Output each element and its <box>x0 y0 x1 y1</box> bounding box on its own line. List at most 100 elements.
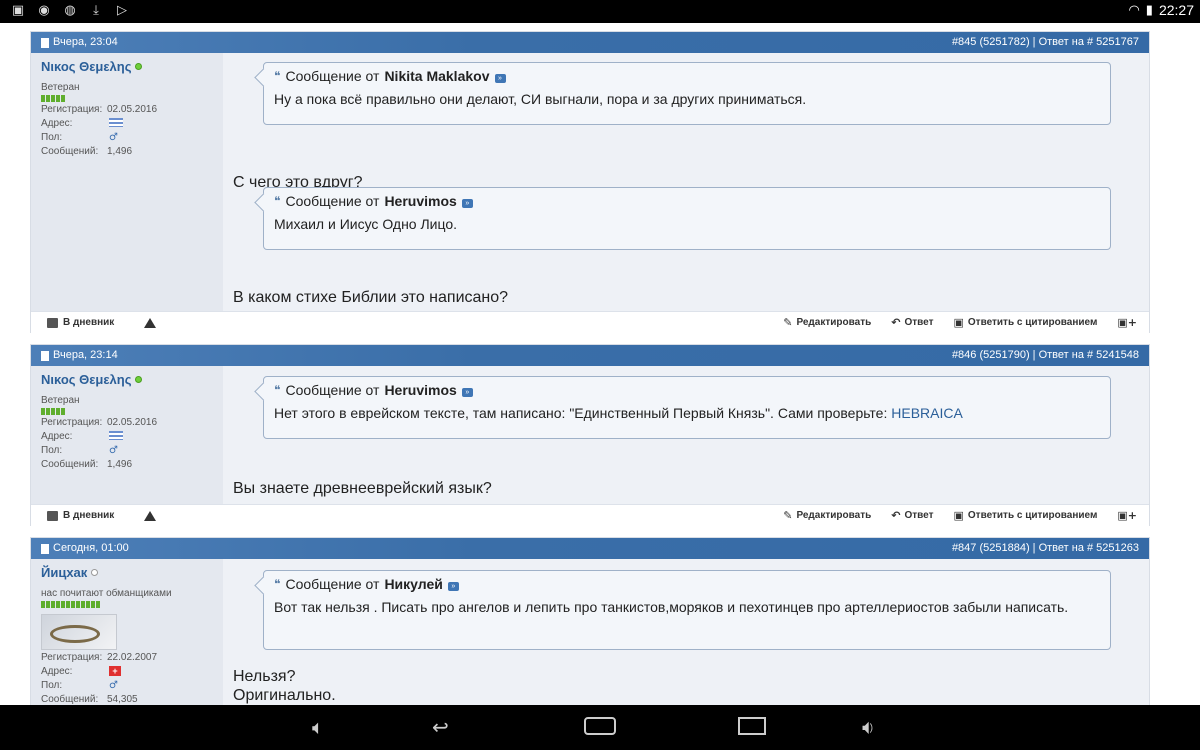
user-title: Ветеран <box>41 82 80 93</box>
quote-reply-label: Ответить с цитированием <box>967 317 1098 328</box>
media-icon: ▷ <box>117 3 127 18</box>
reply-label: Ответ <box>904 317 934 328</box>
quote-text: Нет этого в еврейском тексте, там написа… <box>274 405 892 421</box>
flag-icon <box>109 118 123 127</box>
volume-up-icon[interactable]: 🔉︎ <box>862 715 875 739</box>
message-body: ❝ Сообщение от Heruvimos » Нет этого в евре… <box>223 366 1149 504</box>
reg-label: Регистрация: <box>41 104 103 115</box>
quote-prefix: Сообщение от <box>285 193 380 209</box>
quote-block: ❝ Сообщение от Heruvimos » Нет этого в евре… <box>263 376 1111 439</box>
quote-block: ❝ Сообщение от Heruvimos » Михаил и Иисус О… <box>263 187 1111 250</box>
diary-button[interactable]: В дневник <box>47 317 114 328</box>
wifi-icon: ◠ <box>1128 2 1140 18</box>
chat-icon: ◍ <box>64 3 76 18</box>
edit-button[interactable]: ✎ Редактировать <box>783 509 871 522</box>
post-date: Вчера, 23:14 <box>53 349 118 361</box>
report-button[interactable] <box>144 317 157 328</box>
reg-value: 02.05.2016 <box>107 104 158 115</box>
ichthys-fish-icon <box>50 625 100 643</box>
online-status-icon <box>135 63 143 70</box>
user-title: Ветеран <box>41 395 80 406</box>
user-info: Йицхак нас почитают обманщиками Регистра… <box>31 559 223 705</box>
address-label: Адрес: <box>41 431 73 442</box>
goto-post-icon[interactable]: » <box>461 387 473 397</box>
user-info: Νικος Θεμελης Ветеран Регистрация: 02.05.… <box>31 53 223 311</box>
report-button[interactable] <box>144 510 157 521</box>
goto-post-icon[interactable]: » <box>447 581 459 591</box>
post-number-link[interactable]: #846 (5251790) | Ответ на # 5241548 <box>952 345 1139 366</box>
edit-label: Редактировать <box>796 317 872 328</box>
quote-prefix: Сообщение от <box>285 68 380 84</box>
quote-author: Heruvimos <box>384 382 457 398</box>
goto-post-icon[interactable]: » <box>461 198 473 208</box>
post-actions: В дневник ✎ Редактировать ↶ Ответ ▣ Ответит… <box>31 311 1149 333</box>
quote-prefix: Сообщение от <box>285 576 380 592</box>
multiquote-button[interactable]: ▣+ <box>1117 509 1137 522</box>
post-number-link[interactable]: #845 (5251782) | Ответ на # 5251767 <box>952 32 1139 53</box>
quote-reply-button[interactable]: ▣ Ответить с цитированием <box>953 509 1097 522</box>
back-icon[interactable]: ↩ <box>432 715 449 739</box>
edit-button[interactable]: ✎ Редактировать <box>783 316 871 329</box>
username-link[interactable]: Νικος Θεμελης <box>41 372 131 387</box>
hebraica-link[interactable]: HEBRAICA <box>891 405 963 421</box>
quote-reply-label: Ответить с цитированием <box>967 510 1098 521</box>
reply-text: В каком стихе Библии это написано? <box>233 289 509 306</box>
volume-down-icon[interactable]: 🔈︎ <box>312 715 324 739</box>
quote-text: Михаил и Иисус Одно Лицо. <box>274 216 458 232</box>
quote-author: Никулей <box>384 576 443 592</box>
pencil-icon: ✎ <box>783 316 793 329</box>
offline-status-icon <box>91 569 99 576</box>
reply-text: Нельзя? <box>233 668 296 685</box>
reply-arrow-icon: ↶ <box>891 509 901 522</box>
post-number-link[interactable]: #847 (5251884) | Ответ на # 5251263 <box>952 538 1139 559</box>
post: Вчера, 23:14 #846 (5251790) | Ответ на #… <box>30 344 1150 526</box>
username-link[interactable]: Νικος Θεμελης <box>41 59 131 74</box>
goto-post-icon[interactable]: » <box>494 73 506 83</box>
reply-button[interactable]: ↶ Ответ <box>891 509 933 522</box>
recents-icon[interactable] <box>738 717 766 735</box>
warning-icon <box>144 510 157 521</box>
reply-label: Ответ <box>904 510 934 521</box>
online-status-icon <box>135 376 143 383</box>
clock: 22:27 <box>1158 2 1194 18</box>
home-icon[interactable] <box>584 717 616 735</box>
post: Сегодня, 01:00 #847 (5251884) | Ответ на… <box>30 537 1150 705</box>
status-bar: ▣ ◉ ◍ ⤓ ▷ ◠ ▮ 22:27 <box>0 0 1200 23</box>
download-icon: ⤓ <box>93 3 99 18</box>
avatar[interactable] <box>41 614 117 650</box>
quote-reply-button[interactable]: ▣ Ответить с цитированием <box>953 316 1097 329</box>
reg-value: 02.05.2016 <box>107 417 158 428</box>
navigation-bar: 🔈︎ ↩ 🔉︎ <box>0 705 1200 750</box>
posts-count-label: Сообщений: <box>41 146 99 157</box>
battery-icon: ▮ <box>1145 2 1153 18</box>
warning-icon <box>144 317 157 328</box>
quote-prefix: Сообщение от <box>285 382 380 398</box>
posts-count-label: Сообщений: <box>41 694 99 705</box>
reputation-bar <box>41 408 213 415</box>
gallery-icon: ▣ <box>11 3 25 18</box>
quote-icon: ❝ <box>274 69 281 83</box>
reply-arrow-icon: ↶ <box>891 316 901 329</box>
multiquote-button[interactable]: ▣+ <box>1117 316 1137 329</box>
quote-block: ❝ Сообщение от Никулей » Вот так нельзя . П… <box>263 570 1111 650</box>
quote-icon: ❝ <box>274 194 281 208</box>
diary-label: В дневник <box>63 510 115 521</box>
post: Вчера, 23:04 #845 (5251782) | Ответ на #… <box>30 31 1150 333</box>
post-actions: В дневник ✎ Редактировать ↶ Ответ ▣ Ответит… <box>31 504 1149 526</box>
diary-button[interactable]: В дневник <box>47 510 114 521</box>
message-body: ❝ Сообщение от Никулей » Вот так нельзя . П… <box>223 559 1149 705</box>
edit-label: Редактировать <box>796 510 872 521</box>
diary-icon <box>47 317 58 328</box>
male-icon: ♂ <box>109 680 118 691</box>
reg-value: 22.02.2007 <box>107 652 158 663</box>
male-icon: ♂ <box>109 445 118 456</box>
reply-button[interactable]: ↶ Ответ <box>891 316 933 329</box>
quote-bubble-icon: ▣ <box>953 509 964 522</box>
reply-text: Вы знаете древнееврейский язык? <box>233 480 492 497</box>
username-link[interactable]: Йицхак <box>41 565 87 580</box>
male-icon: ♂ <box>109 132 118 143</box>
address-label: Адрес: <box>41 118 73 129</box>
diary-icon <box>47 510 58 521</box>
app-icon: ◉ <box>38 3 50 18</box>
reg-label: Регистрация: <box>41 417 103 428</box>
